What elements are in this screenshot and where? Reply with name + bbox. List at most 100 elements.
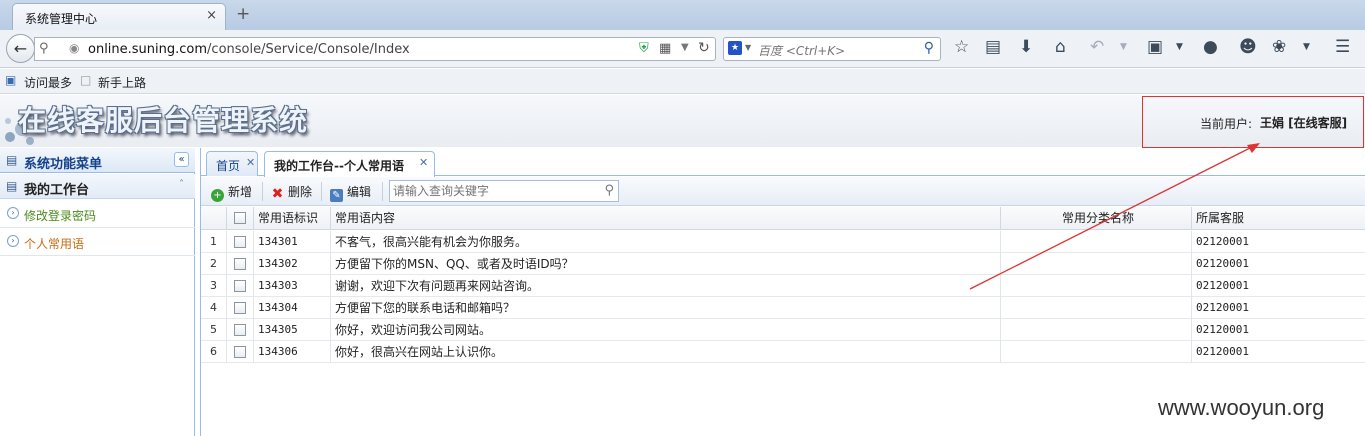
cell-id: 134303 <box>254 275 331 297</box>
row-checkbox[interactable] <box>234 280 246 292</box>
add-label: 新增 <box>228 185 253 199</box>
url-text[interactable]: online.suning.com/console/Service/Consol… <box>88 42 410 57</box>
home-icon[interactable]: ⌂ <box>1055 37 1066 57</box>
sidebar-item-phrases[interactable]: › 个人常用语 <box>0 228 195 256</box>
row-checkbox[interactable] <box>234 236 246 248</box>
watermark: www.wooyun.org <box>1158 395 1325 420</box>
row-select-cell[interactable] <box>227 297 254 319</box>
select-all-checkbox[interactable] <box>234 212 246 224</box>
globe-icon: ◉ <box>69 41 80 55</box>
collapse-left-icon[interactable]: « <box>174 152 189 167</box>
header-content[interactable]: 常用语内容 <box>331 207 1001 230</box>
header-agent[interactable]: 所属客服 <box>1192 207 1365 230</box>
chat-bubble-icon[interactable]: ● <box>1203 37 1218 57</box>
row-select-cell[interactable] <box>227 319 254 341</box>
bug-icon[interactable]: ❀ <box>1272 37 1286 57</box>
search-icon[interactable]: ⚲ <box>924 40 934 56</box>
header-rownum <box>201 207 227 230</box>
chevron-down-icon[interactable]: ▼ <box>1176 42 1183 52</box>
header-select-all[interactable] <box>227 207 254 230</box>
sidebar-group-workbench[interactable]: ▤ 我的工作台 ˄ <box>0 174 195 199</box>
bookmarks-bar: ▣ 访问最多 □ 新手上路 <box>0 69 1365 94</box>
collapse-up-icon[interactable]: ˄ <box>174 178 189 193</box>
cell-id: 134305 <box>254 319 331 341</box>
row-number: 6 <box>201 341 227 363</box>
table-row[interactable]: 2 134302 方便留下你的MSN、QQ、或者及时语ID吗？ 02120001 <box>201 253 1365 275</box>
close-icon[interactable]: ✕ <box>246 156 255 169</box>
sidebar-title: 系统功能菜单 <box>24 157 103 172</box>
add-button[interactable]: + 新增 <box>211 183 252 202</box>
crop-icon[interactable]: ▣ <box>1147 37 1163 57</box>
tab-label: 我的工作台--个人常用语 <box>274 159 404 173</box>
query-input[interactable] <box>390 181 590 201</box>
cell-category <box>1001 319 1192 341</box>
cell-content: 你好，很高兴在网站上认识你。 <box>331 341 1001 363</box>
app-title: 在线客服后台管理系统 <box>18 104 309 137</box>
address-bar[interactable]: ⚲ ◉ online.suning.com/console/Service/Co… <box>34 37 716 61</box>
tab-home[interactable]: 首页 ✕ <box>206 151 258 176</box>
user-icon[interactable]: ☻ <box>1239 37 1257 57</box>
page-icon: □ <box>80 73 92 87</box>
toolbar-divider <box>382 182 383 201</box>
row-select-cell[interactable] <box>227 341 254 363</box>
toolbar-divider <box>262 182 263 201</box>
url-path: /console/Service/Console/Index <box>207 42 410 57</box>
key-icon[interactable]: ⚲ <box>39 41 49 56</box>
edit-icon: ✎ <box>330 189 343 202</box>
cell-id: 134302 <box>254 253 331 275</box>
shield-icon[interactable]: ⛨ <box>639 41 649 56</box>
baidu-paw-icon[interactable]: ★ <box>728 41 742 55</box>
chevron-down-icon[interactable]: ▼ <box>681 42 689 53</box>
close-icon[interactable]: × <box>206 8 217 23</box>
cell-id: 134306 <box>254 341 331 363</box>
edit-button[interactable]: ✎ 编辑 <box>330 183 371 202</box>
row-number: 4 <box>201 297 227 319</box>
query-search-box[interactable]: ⚲ <box>389 180 619 202</box>
cell-category <box>1001 275 1192 297</box>
hamburger-menu-icon[interactable]: ☰ <box>1335 37 1350 57</box>
row-select-cell[interactable] <box>227 253 254 275</box>
table-row[interactable]: 3 134303 谢谢，欢迎下次有问题再来网站咨询。 02120001 <box>201 275 1365 297</box>
main-content: 首页 ✕ 我的工作台--个人常用语 ✕ + 新增 ✖ 删除 ✎ 编辑 ⚲ 常用语标识 … <box>200 148 1365 436</box>
cell-agent: 02120001 <box>1192 319 1365 341</box>
row-select-cell[interactable] <box>227 275 254 297</box>
sidebar-item-change-password[interactable]: › 修改登录密码 <box>0 200 195 228</box>
current-user-name: 王娟 [在线客服] <box>1260 116 1348 130</box>
table-row[interactable]: 5 134305 你好，欢迎访问我公司网站。 02120001 <box>201 319 1365 341</box>
close-icon[interactable]: ✕ <box>419 156 428 169</box>
reload-icon[interactable]: ↻ <box>698 40 710 56</box>
reading-list-icon[interactable]: ▤ <box>985 37 1001 57</box>
delete-button[interactable]: ✖ 删除 <box>271 183 312 201</box>
header-category[interactable]: 常用分类名称 <box>1001 207 1192 230</box>
delete-label: 删除 <box>288 185 313 199</box>
table-row[interactable]: 1 134301 不客气，很高兴能有机会为你服务。 02120001 <box>201 231 1365 253</box>
table-row[interactable]: 6 134306 你好，很高兴在网站上认识你。 02120001 <box>201 341 1365 363</box>
qr-code-icon[interactable]: ▦ <box>659 41 671 56</box>
chevron-down-icon[interactable]: ▼ <box>1120 42 1127 52</box>
row-checkbox[interactable] <box>234 258 246 270</box>
current-user-label: 当前用户: <box>1200 117 1253 131</box>
row-select-cell[interactable] <box>227 231 254 253</box>
star-icon[interactable]: ☆ <box>954 37 969 57</box>
web-search-box[interactable]: ★ ▼ 百度 <Ctrl+K> ⚲ <box>723 37 941 61</box>
bookmark-most-visited[interactable]: 访问最多 <box>24 74 72 91</box>
chevron-down-icon[interactable]: ▼ <box>745 43 751 52</box>
row-checkbox[interactable] <box>234 302 246 314</box>
content-tabs: 首页 ✕ 我的工作台--个人常用语 ✕ <box>201 148 1365 177</box>
cell-agent: 02120001 <box>1192 253 1365 275</box>
back-arrow-icon[interactable]: ← <box>6 34 35 63</box>
search-icon[interactable]: ⚲ <box>604 183 614 198</box>
header-id[interactable]: 常用语标识 <box>254 207 331 230</box>
undo-icon[interactable]: ↶ <box>1090 37 1104 57</box>
bookmark-getting-started[interactable]: 新手上路 <box>98 74 146 91</box>
tab-phrases[interactable]: 我的工作台--个人常用语 ✕ <box>264 151 435 177</box>
download-icon[interactable]: ⬇ <box>1019 37 1033 57</box>
cell-content: 不客气，很高兴能有机会为你服务。 <box>331 231 1001 253</box>
browser-tab[interactable]: 系统管理中心 × <box>12 3 226 30</box>
new-tab-icon[interactable]: + <box>236 4 250 24</box>
row-checkbox[interactable] <box>234 324 246 336</box>
chevron-down-icon[interactable]: ▼ <box>1303 42 1310 52</box>
cell-agent: 02120001 <box>1192 341 1365 363</box>
table-row[interactable]: 4 134304 方便留下您的联系电话和邮箱吗？ 02120001 <box>201 297 1365 319</box>
row-checkbox[interactable] <box>234 346 246 358</box>
